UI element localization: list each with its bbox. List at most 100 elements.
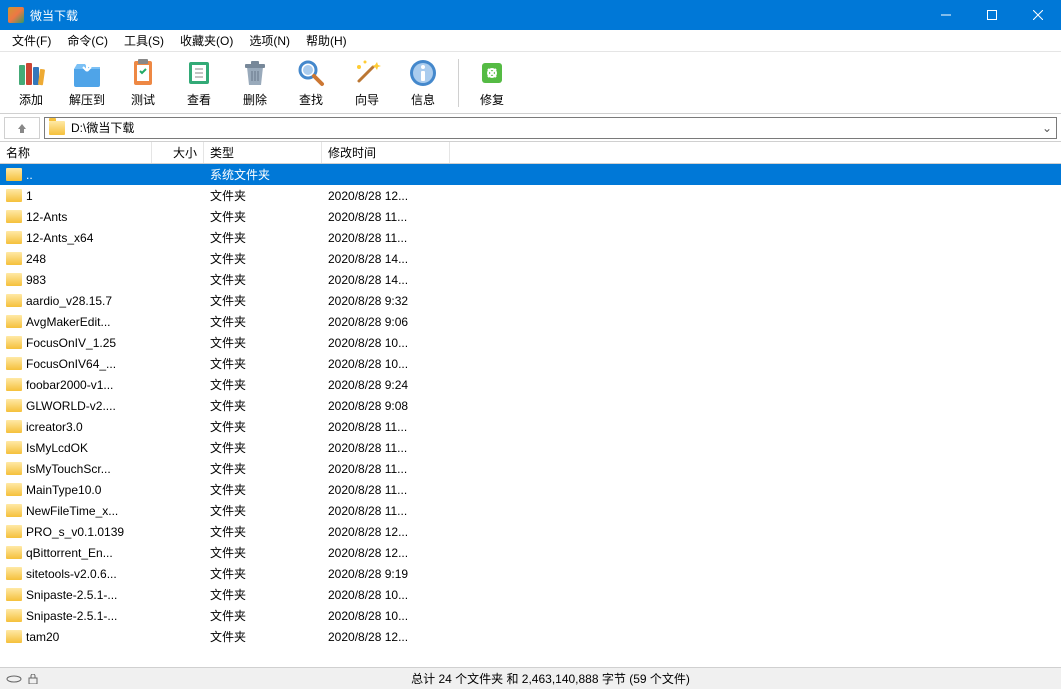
extract-label: 解压到 [69, 91, 105, 108]
column-name[interactable]: 名称 [0, 142, 152, 163]
file-row[interactable]: 248 文件夹 2020/8/28 14... [0, 248, 1061, 269]
file-type-cell: 文件夹 [204, 565, 322, 582]
file-type-cell: 文件夹 [204, 439, 322, 456]
column-type[interactable]: 类型 [204, 142, 322, 163]
menu-help[interactable]: 帮助(H) [298, 30, 355, 51]
file-date-cell: 2020/8/28 9:32 [322, 294, 450, 308]
window-title: 微当下载 [30, 7, 923, 24]
file-row[interactable]: 983 文件夹 2020/8/28 14... [0, 269, 1061, 290]
file-row[interactable]: .. 系统文件夹 [0, 164, 1061, 185]
folder-icon [6, 378, 22, 391]
file-row[interactable]: FocusOnIV_1.25 文件夹 2020/8/28 10... [0, 332, 1061, 353]
delete-button[interactable]: 删除 [228, 55, 282, 111]
folder-icon [6, 315, 22, 328]
file-row[interactable]: qBittorrent_En... 文件夹 2020/8/28 12... [0, 542, 1061, 563]
file-row[interactable]: FocusOnIV64_... 文件夹 2020/8/28 10... [0, 353, 1061, 374]
list-header: 名称 大小 类型 修改时间 [0, 142, 1061, 164]
file-row[interactable]: PRO_s_v0.1.0139 文件夹 2020/8/28 12... [0, 521, 1061, 542]
file-row[interactable]: 12-Ants 文件夹 2020/8/28 11... [0, 206, 1061, 227]
file-date-cell: 2020/8/28 10... [322, 336, 450, 350]
folder-icon [6, 546, 22, 559]
status-icons [6, 674, 46, 684]
folder-icon [6, 525, 22, 538]
minimize-button[interactable] [923, 0, 969, 30]
repair-button[interactable]: 修复 [465, 55, 519, 111]
folder-icon [6, 357, 22, 370]
file-date-cell: 2020/8/28 10... [322, 588, 450, 602]
file-row[interactable]: Snipaste-2.5.1-... 文件夹 2020/8/28 10... [0, 584, 1061, 605]
statusbar: 总计 24 个文件夹 和 2,463,140,888 字节 (59 个文件) [0, 667, 1061, 689]
test-button[interactable]: 测试 [116, 55, 170, 111]
folder-icon [6, 168, 22, 181]
path-input[interactable]: D:\微当下载 ⌄ [44, 117, 1057, 139]
menu-file[interactable]: 文件(F) [4, 30, 59, 51]
add-label: 添加 [19, 91, 43, 108]
find-button[interactable]: 查找 [284, 55, 338, 111]
file-row[interactable]: sitetools-v2.0.6... 文件夹 2020/8/28 9:19 [0, 563, 1061, 584]
info-icon [407, 57, 439, 89]
app-icon [8, 7, 24, 23]
file-name: PRO_s_v0.1.0139 [26, 525, 124, 539]
file-type-cell: 文件夹 [204, 292, 322, 309]
folder-icon [6, 420, 22, 433]
extract-button[interactable]: 解压到 [60, 55, 114, 111]
file-name: NewFileTime_x... [26, 504, 118, 518]
file-name: 248 [26, 252, 46, 266]
close-button[interactable] [1015, 0, 1061, 30]
up-button[interactable] [4, 117, 40, 139]
file-name-cell: GLWORLD-v2.... [0, 399, 152, 413]
file-row[interactable]: tam20 文件夹 2020/8/28 12... [0, 626, 1061, 647]
file-name-cell: 983 [0, 273, 152, 287]
view-button[interactable]: 查看 [172, 55, 226, 111]
maximize-button[interactable] [969, 0, 1015, 30]
menu-command[interactable]: 命令(C) [59, 30, 116, 51]
folder-icon [6, 273, 22, 286]
file-name: 983 [26, 273, 46, 287]
file-row[interactable]: NewFileTime_x... 文件夹 2020/8/28 11... [0, 500, 1061, 521]
file-row[interactable]: icreator3.0 文件夹 2020/8/28 11... [0, 416, 1061, 437]
file-row[interactable]: IsMyLcdOK 文件夹 2020/8/28 11... [0, 437, 1061, 458]
file-date-cell: 2020/8/28 9:06 [322, 315, 450, 329]
file-row[interactable]: GLWORLD-v2.... 文件夹 2020/8/28 9:08 [0, 395, 1061, 416]
info-button[interactable]: 信息 [396, 55, 450, 111]
menu-options[interactable]: 选项(N) [241, 30, 298, 51]
repair-icon [476, 57, 508, 89]
file-type-cell: 文件夹 [204, 460, 322, 477]
file-date-cell: 2020/8/28 10... [322, 609, 450, 623]
folder-icon [49, 121, 65, 135]
column-size[interactable]: 大小 [152, 142, 204, 163]
file-name-cell: FocusOnIV_1.25 [0, 336, 152, 350]
file-row[interactable]: AvgMakerEdit... 文件夹 2020/8/28 9:06 [0, 311, 1061, 332]
file-row[interactable]: MainType10.0 文件夹 2020/8/28 11... [0, 479, 1061, 500]
file-name: aardio_v28.15.7 [26, 294, 112, 308]
file-row[interactable]: 1 文件夹 2020/8/28 12... [0, 185, 1061, 206]
file-name-cell: foobar2000-v1... [0, 378, 152, 392]
file-name: IsMyLcdOK [26, 441, 88, 455]
file-date-cell: 2020/8/28 11... [322, 441, 450, 455]
file-name: 12-Ants_x64 [26, 231, 93, 245]
file-row[interactable]: IsMyTouchScr... 文件夹 2020/8/28 11... [0, 458, 1061, 479]
path-text: D:\微当下载 [71, 119, 1052, 136]
wizard-button[interactable]: 向导 [340, 55, 394, 111]
file-date-cell: 2020/8/28 12... [322, 546, 450, 560]
file-name: .. [26, 168, 33, 182]
file-type-cell: 文件夹 [204, 334, 322, 351]
add-button[interactable]: 添加 [4, 55, 58, 111]
menu-tools[interactable]: 工具(S) [116, 30, 172, 51]
file-row[interactable]: foobar2000-v1... 文件夹 2020/8/28 9:24 [0, 374, 1061, 395]
file-type-cell: 文件夹 [204, 418, 322, 435]
file-type-cell: 文件夹 [204, 208, 322, 225]
file-name-cell: AvgMakerEdit... [0, 315, 152, 329]
file-date-cell: 2020/8/28 12... [322, 189, 450, 203]
dropdown-arrow-icon[interactable]: ⌄ [1042, 121, 1052, 135]
file-name-cell: IsMyTouchScr... [0, 462, 152, 476]
file-row[interactable]: 12-Ants_x64 文件夹 2020/8/28 11... [0, 227, 1061, 248]
file-list[interactable]: .. 系统文件夹 1 文件夹 2020/8/28 12... 12-Ants 文… [0, 164, 1061, 659]
file-row[interactable]: Snipaste-2.5.1-... 文件夹 2020/8/28 10... [0, 605, 1061, 626]
file-name-cell: qBittorrent_En... [0, 546, 152, 560]
menu-favorites[interactable]: 收藏夹(O) [172, 30, 241, 51]
file-name-cell: MainType10.0 [0, 483, 152, 497]
column-date[interactable]: 修改时间 [322, 142, 450, 163]
file-row[interactable]: aardio_v28.15.7 文件夹 2020/8/28 9:32 [0, 290, 1061, 311]
lock-icon [26, 674, 40, 684]
